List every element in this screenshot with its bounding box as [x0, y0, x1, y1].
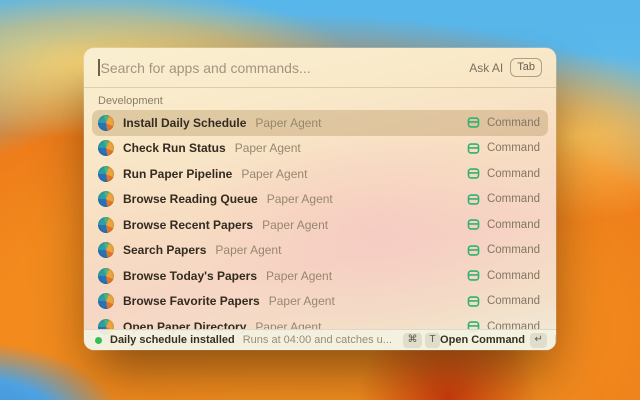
- list-item[interactable]: Check Run Status Paper Agent Command: [92, 136, 548, 162]
- tab-key-badge: Tab: [510, 58, 542, 76]
- list-item-type-label: Command: [487, 142, 542, 154]
- list-item[interactable]: Browse Reading Queue Paper Agent Command: [92, 187, 548, 213]
- list-item-subtitle: Paper Agent: [267, 192, 333, 206]
- list-item-type-label: Command: [487, 244, 542, 256]
- status-detail: Runs at 04:00 and catches u...: [243, 334, 392, 346]
- list-item[interactable]: Run Paper Pipeline Paper Agent Command: [92, 161, 548, 187]
- launcher-window: Ask AI Tab Development Install Daily Sch…: [84, 48, 556, 350]
- command-type-icon: [467, 167, 480, 180]
- search-bar: Ask AI Tab: [84, 48, 556, 88]
- command-list: Install Daily Schedule Paper Agent Comma…: [84, 110, 556, 340]
- list-item-type-label: Command: [487, 295, 542, 307]
- footer-separator: |: [554, 334, 556, 346]
- enter-key-badge: ↵: [530, 333, 547, 348]
- list-item-title: Browse Favorite Papers: [123, 294, 260, 308]
- list-item-type-label: Command: [487, 270, 542, 282]
- text-caret: [98, 59, 100, 76]
- footer-actions: Open Command ↵ | Actions ⌘ K: [440, 333, 556, 348]
- list-item-subtitle: Paper Agent: [255, 116, 321, 130]
- paper-agent-app-icon: [98, 166, 114, 182]
- list-item-subtitle: Paper Agent: [235, 141, 301, 155]
- list-item[interactable]: Browse Recent Papers Paper Agent Command: [92, 212, 548, 238]
- command-type-icon: [467, 244, 480, 257]
- list-item-subtitle: Paper Agent: [262, 218, 328, 232]
- command-type-icon: [467, 116, 480, 129]
- list-item-subtitle: Paper Agent: [269, 294, 335, 308]
- list-item-type-label: Command: [487, 193, 542, 205]
- section-header-development: Development: [84, 88, 556, 110]
- list-item-subtitle: Paper Agent: [215, 243, 281, 257]
- list-item-type-label: Command: [487, 117, 542, 129]
- paper-agent-app-icon: [98, 140, 114, 156]
- list-item-type-label: Command: [487, 168, 542, 180]
- ask-ai-hint[interactable]: Ask AI Tab: [469, 58, 542, 76]
- paper-agent-app-icon: [98, 191, 114, 207]
- list-item-subtitle: Paper Agent: [241, 167, 307, 181]
- paper-agent-app-icon: [98, 242, 114, 258]
- command-type-icon: [467, 142, 480, 155]
- open-command-button[interactable]: Open Command: [440, 334, 525, 346]
- list-item-title: Browse Recent Papers: [123, 218, 253, 232]
- list-item[interactable]: Search Papers Paper Agent Command: [92, 238, 548, 264]
- list-item-title: Check Run Status: [123, 141, 226, 155]
- list-item-title: Browse Today's Papers: [123, 269, 257, 283]
- paper-agent-app-icon: [98, 268, 114, 284]
- paper-agent-app-icon: [98, 115, 114, 131]
- list-item[interactable]: Install Daily Schedule Paper Agent Comma…: [92, 110, 548, 136]
- list-item-title: Install Daily Schedule: [123, 116, 246, 130]
- action-bar: Daily schedule installed Runs at 04:00 a…: [84, 329, 556, 350]
- list-item[interactable]: Browse Favorite Papers Paper Agent Comma…: [92, 289, 548, 315]
- ask-ai-label: Ask AI: [469, 61, 503, 75]
- list-item-title: Browse Reading Queue: [123, 192, 258, 206]
- list-item-title: Run Paper Pipeline: [123, 167, 232, 181]
- command-type-icon: [467, 218, 480, 231]
- list-item-title: Search Papers: [123, 243, 206, 257]
- paper-agent-app-icon: [98, 217, 114, 233]
- search-input[interactable]: [101, 60, 470, 76]
- list-item-subtitle: Paper Agent: [266, 269, 332, 283]
- status-title: Daily schedule installed: [110, 334, 235, 346]
- list-item-type-label: Command: [487, 219, 542, 231]
- paper-agent-app-icon: [98, 293, 114, 309]
- list-item[interactable]: Browse Today's Papers Paper Agent Comman…: [92, 263, 548, 289]
- command-type-icon: [467, 269, 480, 282]
- command-type-icon: [467, 193, 480, 206]
- command-type-icon: [467, 295, 480, 308]
- status-dot-icon: [95, 337, 102, 344]
- cmd-key-badge: ⌘: [403, 333, 422, 348]
- t-key-badge: T: [425, 333, 440, 348]
